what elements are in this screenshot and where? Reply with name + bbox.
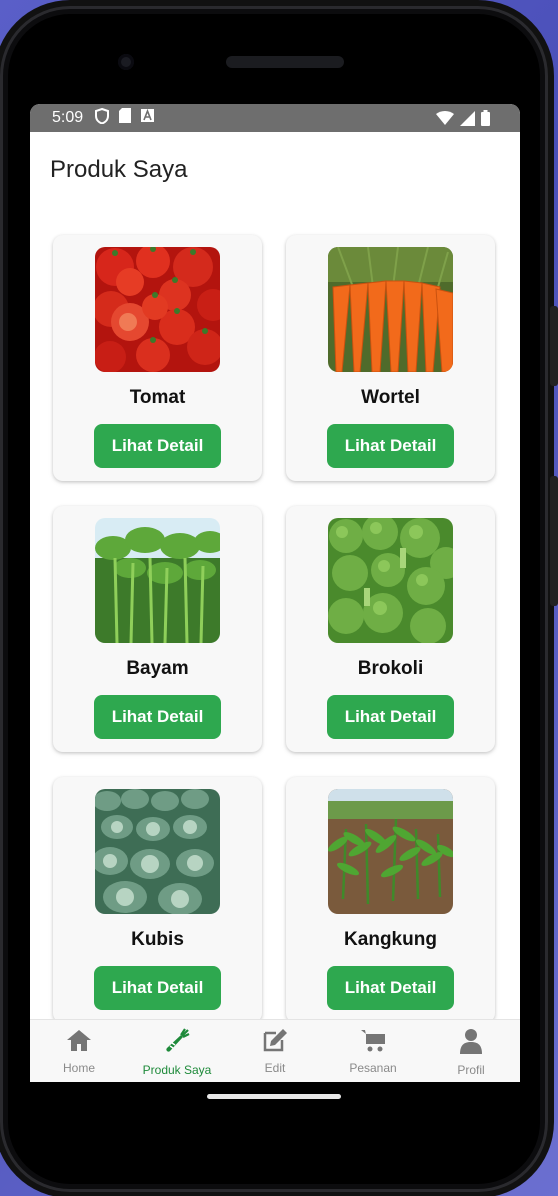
- water-spinach-image: [328, 789, 453, 914]
- signal-icon: [460, 110, 475, 131]
- cart-icon: [360, 1028, 386, 1057]
- cabbage-image: [95, 789, 220, 914]
- volume-button: [550, 476, 558, 606]
- app-screen: 5:09 Produk Saya Tomat Lihat Detail Wort…: [30, 104, 520, 1082]
- view-detail-button[interactable]: Lihat Detail: [94, 424, 221, 468]
- status-time: 5:09: [52, 109, 84, 126]
- product-card: Tomat Lihat Detail: [53, 235, 262, 481]
- bottom-navigation: Home Produk Saya Edit Pesanan Profil: [30, 1019, 520, 1082]
- person-icon: [459, 1028, 483, 1059]
- edit-icon: [262, 1028, 288, 1057]
- nav-item-produk-saya[interactable]: Produk Saya: [128, 1020, 226, 1082]
- product-name: Brokoli: [357, 658, 424, 679]
- carrot-image: [328, 247, 453, 372]
- view-detail-button[interactable]: Lihat Detail: [94, 695, 221, 739]
- view-detail-button[interactable]: Lihat Detail: [327, 966, 454, 1010]
- nav-item-profil[interactable]: Profil: [422, 1020, 520, 1082]
- battery-icon: [481, 110, 490, 131]
- carrot-icon: [164, 1028, 190, 1059]
- tomato-image: [95, 247, 220, 372]
- view-detail-button[interactable]: Lihat Detail: [94, 966, 221, 1010]
- view-detail-button[interactable]: Lihat Detail: [327, 424, 454, 468]
- status-bar: 5:09: [30, 104, 520, 132]
- product-name: Kangkung: [344, 929, 437, 950]
- shield-icon: [95, 107, 110, 129]
- product-card: Wortel Lihat Detail: [286, 235, 495, 481]
- product-card: Kangkung Lihat Detail: [286, 777, 495, 1023]
- nav-label: Edit: [264, 1061, 286, 1075]
- wifi-icon: [436, 111, 454, 130]
- front-camera: [118, 54, 134, 70]
- product-name: Tomat: [129, 387, 186, 408]
- nav-item-home[interactable]: Home: [30, 1020, 128, 1082]
- power-button: [550, 306, 558, 386]
- broccoli-image: [328, 518, 453, 643]
- nav-item-edit[interactable]: Edit: [226, 1020, 324, 1082]
- home-icon: [66, 1028, 92, 1057]
- home-gesture-bar[interactable]: [207, 1094, 341, 1099]
- phone-frame: 5:09 Produk Saya Tomat Lihat Detail Wort…: [0, 6, 558, 1192]
- product-name: Wortel: [361, 387, 420, 408]
- spinach-image: [95, 518, 220, 643]
- sd-card-icon: [119, 108, 132, 128]
- product-name: Bayam: [126, 658, 189, 679]
- product-card: Brokoli Lihat Detail: [286, 506, 495, 752]
- nav-label: Produk Saya: [142, 1063, 212, 1077]
- a-box-icon: [141, 108, 155, 127]
- page-title: Produk Saya: [50, 156, 188, 183]
- product-card: Kubis Lihat Detail: [53, 777, 262, 1023]
- earpiece-speaker: [226, 56, 344, 68]
- product-name: Kubis: [131, 929, 184, 950]
- product-card: Bayam Lihat Detail: [53, 506, 262, 752]
- nav-label: Profil: [457, 1063, 485, 1077]
- nav-label: Home: [62, 1061, 95, 1075]
- view-detail-button[interactable]: Lihat Detail: [327, 695, 454, 739]
- nav-item-pesanan[interactable]: Pesanan: [324, 1020, 422, 1082]
- nav-label: Pesanan: [349, 1061, 397, 1075]
